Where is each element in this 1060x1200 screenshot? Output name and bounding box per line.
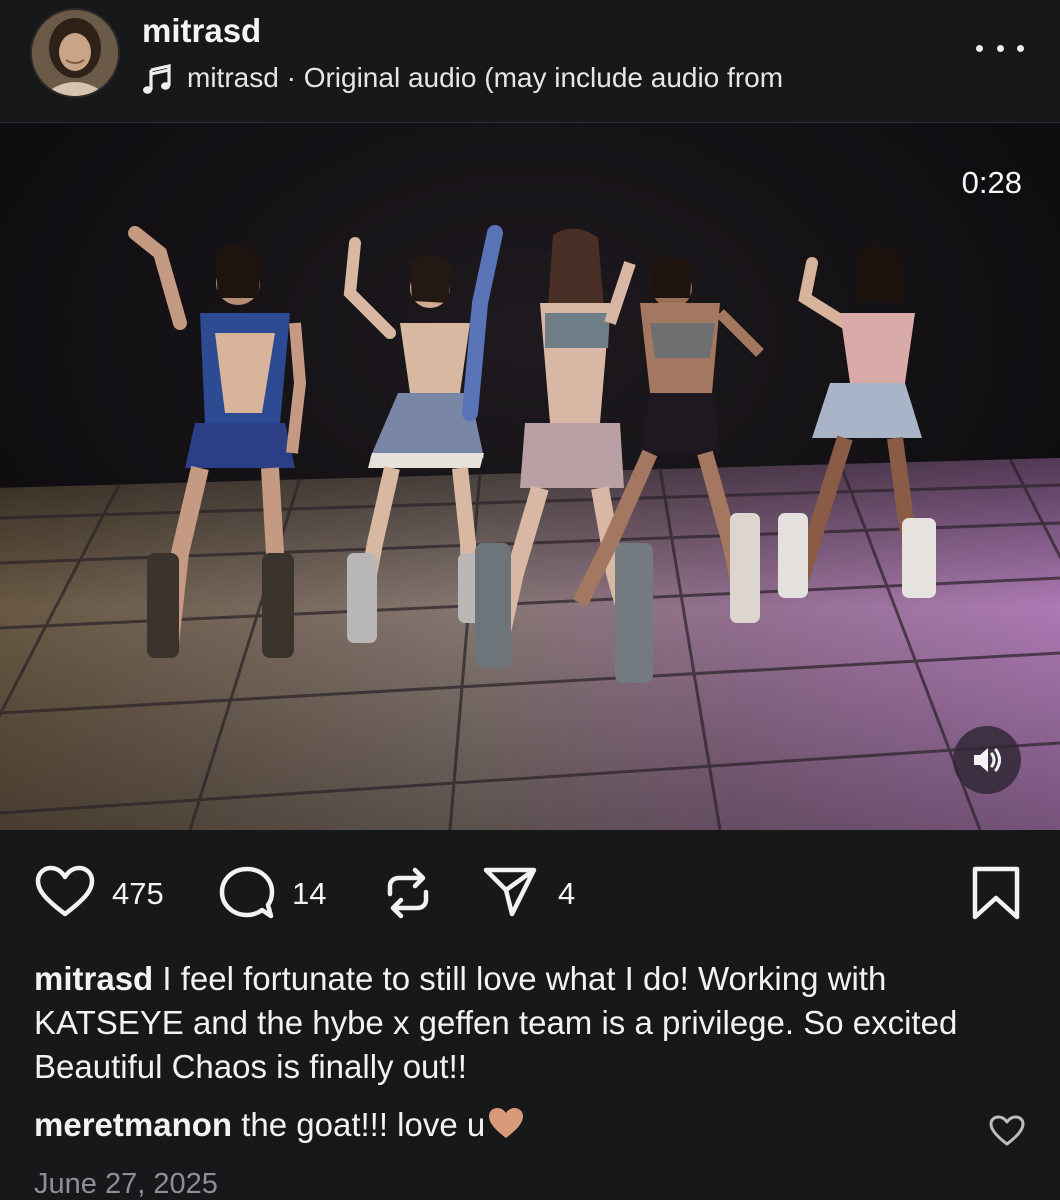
post-page: mitrasd mitrasd · Original audio (may in… — [0, 0, 1060, 1200]
video-duration: 0:28 — [961, 165, 1022, 200]
comment-text: the goat!!! love u — [232, 1106, 486, 1143]
audio-separator: · — [278, 62, 304, 93]
caption-text: I feel fortunate to still love what I do… — [34, 960, 958, 1085]
avatar-photo — [32, 10, 118, 96]
audio-label: mitrasd · Original audio (may include au… — [187, 62, 783, 94]
speaker-icon — [974, 748, 1001, 772]
video-frame — [0, 123, 1060, 830]
bookmark-icon — [972, 866, 1020, 920]
music-note-icon — [143, 64, 171, 94]
comment-username[interactable]: meretmanon — [34, 1106, 232, 1143]
avatar[interactable] — [30, 8, 120, 98]
heart-emoji-icon — [489, 1108, 524, 1138]
heart-icon — [35, 865, 95, 917]
comment-button[interactable]: 14 — [218, 864, 348, 920]
share-button[interactable]: 4 — [482, 864, 592, 920]
comment-item: meretmanon the goat!!! love u — [34, 1103, 954, 1147]
volume-toggle-button[interactable] — [953, 726, 1021, 794]
comment-count: 14 — [292, 876, 327, 911]
heart-outline-icon — [989, 1115, 1025, 1146]
caption-username[interactable]: mitrasd — [34, 960, 153, 997]
like-count: 475 — [112, 876, 164, 911]
post-username[interactable]: mitrasd — [142, 12, 261, 50]
share-count: 4 — [558, 876, 576, 911]
post-date: June 27, 2025 — [34, 1168, 218, 1200]
audio-title: Original audio (may include audio from — [303, 62, 784, 93]
dot-icon — [976, 44, 983, 52]
more-options-button[interactable] — [976, 38, 1024, 58]
post-caption: mitrasd I feel fortunate to still love w… — [34, 957, 1034, 1089]
video-player[interactable]: 0:28 — [0, 123, 1060, 830]
comment-like-button[interactable] — [988, 1114, 1026, 1148]
post-header: mitrasd mitrasd · Original audio (may in… — [0, 0, 1060, 122]
like-button[interactable]: 475 — [34, 864, 184, 920]
dot-icon — [996, 44, 1004, 52]
dot-icon — [1017, 44, 1024, 52]
audio-attribution[interactable]: mitrasd · Original audio (may include au… — [142, 60, 922, 100]
send-icon — [483, 867, 537, 917]
comment-icon — [219, 866, 275, 919]
audio-owner: mitrasd — [187, 62, 279, 93]
post-actions: 475 14 4 — [0, 830, 1060, 950]
save-button[interactable] — [970, 864, 1022, 920]
repost-icon — [387, 867, 429, 919]
repost-button[interactable] — [380, 864, 436, 920]
